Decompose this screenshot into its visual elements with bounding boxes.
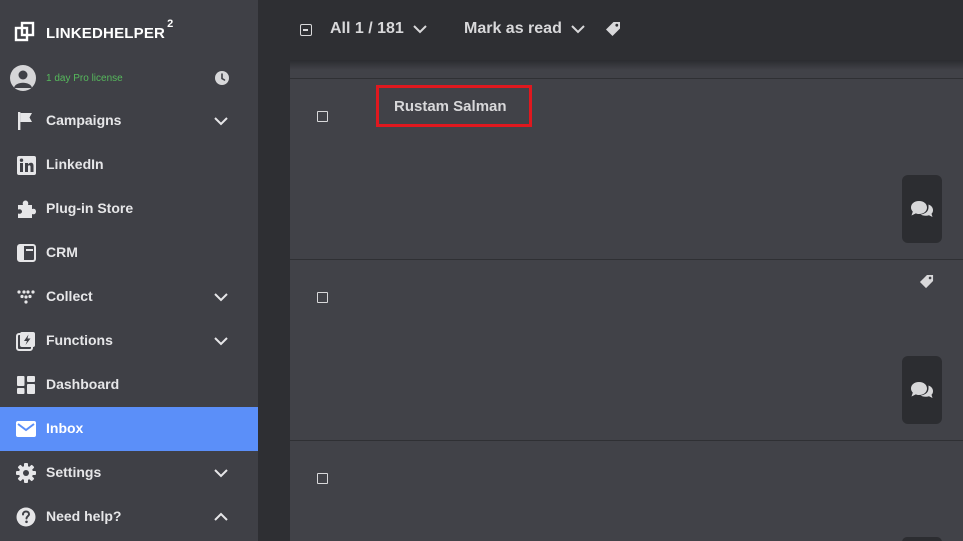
collect-icon bbox=[16, 287, 36, 307]
message-list: Rustam Salman bbox=[290, 60, 963, 541]
sidebar-item-campaigns[interactable]: Campaigns bbox=[0, 99, 258, 143]
sidebar-item-settings[interactable]: Settings bbox=[0, 451, 258, 495]
clock-icon[interactable] bbox=[214, 70, 230, 86]
chat-bubbles-icon bbox=[911, 382, 933, 398]
avatar[interactable] bbox=[10, 65, 36, 91]
selection-count: All 1 / 181 bbox=[330, 20, 404, 37]
sidebar-item-inbox[interactable]: Inbox bbox=[0, 407, 258, 451]
question-icon bbox=[16, 507, 36, 527]
chevron-up-icon bbox=[214, 512, 228, 521]
dashboard-icon bbox=[16, 375, 36, 395]
sidebar-item-label: Dashboard bbox=[46, 376, 120, 392]
list-item[interactable] bbox=[290, 259, 963, 440]
sidebar-item-label: Functions bbox=[46, 332, 113, 348]
brand-superscript: 2 bbox=[167, 18, 174, 30]
sidebar-item-dashboard[interactable]: Dashboard bbox=[0, 363, 258, 407]
sidebar-item-label: LinkedIn bbox=[46, 156, 104, 172]
mark-as-read-dropdown[interactable]: Mark as read bbox=[464, 20, 585, 38]
functions-icon bbox=[16, 331, 36, 351]
sidebar-item-label: Campaigns bbox=[46, 112, 122, 128]
sidebar-item-label: Inbox bbox=[46, 420, 84, 436]
license-text: 1 day Pro license bbox=[46, 72, 123, 84]
sidebar-item-need-help[interactable]: Need help? bbox=[0, 495, 258, 539]
brand-logo[interactable]: LINKEDHELPER 2 bbox=[14, 18, 174, 44]
list-item[interactable]: Rustam Salman bbox=[290, 78, 963, 259]
sidebar: LINKEDHELPER 2 1 day Pro license Campaig… bbox=[0, 0, 258, 541]
sidebar-item-label: CRM bbox=[46, 244, 78, 260]
crm-icon bbox=[16, 243, 36, 263]
flag-icon bbox=[16, 111, 36, 131]
conversation-button[interactable] bbox=[902, 537, 942, 541]
list-item[interactable] bbox=[290, 440, 963, 541]
chevron-down-icon bbox=[571, 25, 585, 34]
sidebar-item-label: Settings bbox=[46, 464, 102, 480]
sidebar-item-label: Collect bbox=[46, 288, 93, 304]
envelope-icon bbox=[16, 419, 36, 439]
brand-name: LINKEDHELPER bbox=[46, 25, 166, 42]
chevron-down-icon bbox=[214, 469, 228, 478]
license-bar: 1 day Pro license bbox=[10, 64, 244, 92]
message-checkbox[interactable] bbox=[317, 111, 328, 122]
gear-icon bbox=[16, 463, 36, 483]
highlight-box bbox=[376, 85, 532, 127]
sidebar-item-crm[interactable]: CRM bbox=[0, 231, 258, 275]
chevron-down-icon bbox=[214, 337, 228, 346]
conversation-button[interactable] bbox=[902, 175, 942, 243]
selection-dropdown[interactable]: All 1 / 181 bbox=[330, 20, 427, 38]
chevron-down-icon bbox=[413, 25, 427, 34]
sidebar-item-label: Plug-in Store bbox=[46, 200, 134, 216]
sidebar-item-collect[interactable]: Collect bbox=[0, 275, 258, 319]
message-checkbox[interactable] bbox=[317, 473, 328, 484]
tag-icon[interactable] bbox=[605, 21, 621, 37]
logo-icon bbox=[14, 21, 35, 42]
linkedin-icon bbox=[16, 155, 36, 175]
sidebar-item-functions[interactable]: Functions bbox=[0, 319, 258, 363]
inbox-toolbar: All 1 / 181 Mark as read bbox=[258, 0, 963, 60]
select-all-checkbox[interactable] bbox=[300, 24, 312, 36]
conversation-button[interactable] bbox=[902, 356, 942, 424]
tag-icon[interactable] bbox=[919, 274, 934, 289]
app-window: LINKEDHELPER 2 1 day Pro license Campaig… bbox=[0, 0, 963, 541]
mark-as-read-label: Mark as read bbox=[464, 20, 562, 37]
sidebar-item-plugin-store[interactable]: Plug-in Store bbox=[0, 187, 258, 231]
chevron-down-icon bbox=[214, 117, 228, 126]
list-top-shadow bbox=[290, 60, 963, 70]
chevron-down-icon bbox=[214, 293, 228, 302]
sidebar-item-linkedin[interactable]: LinkedIn bbox=[0, 143, 258, 187]
message-checkbox[interactable] bbox=[317, 292, 328, 303]
chat-bubbles-icon bbox=[911, 201, 933, 217]
puzzle-icon bbox=[16, 199, 36, 219]
sidebar-item-label: Need help? bbox=[46, 508, 122, 524]
